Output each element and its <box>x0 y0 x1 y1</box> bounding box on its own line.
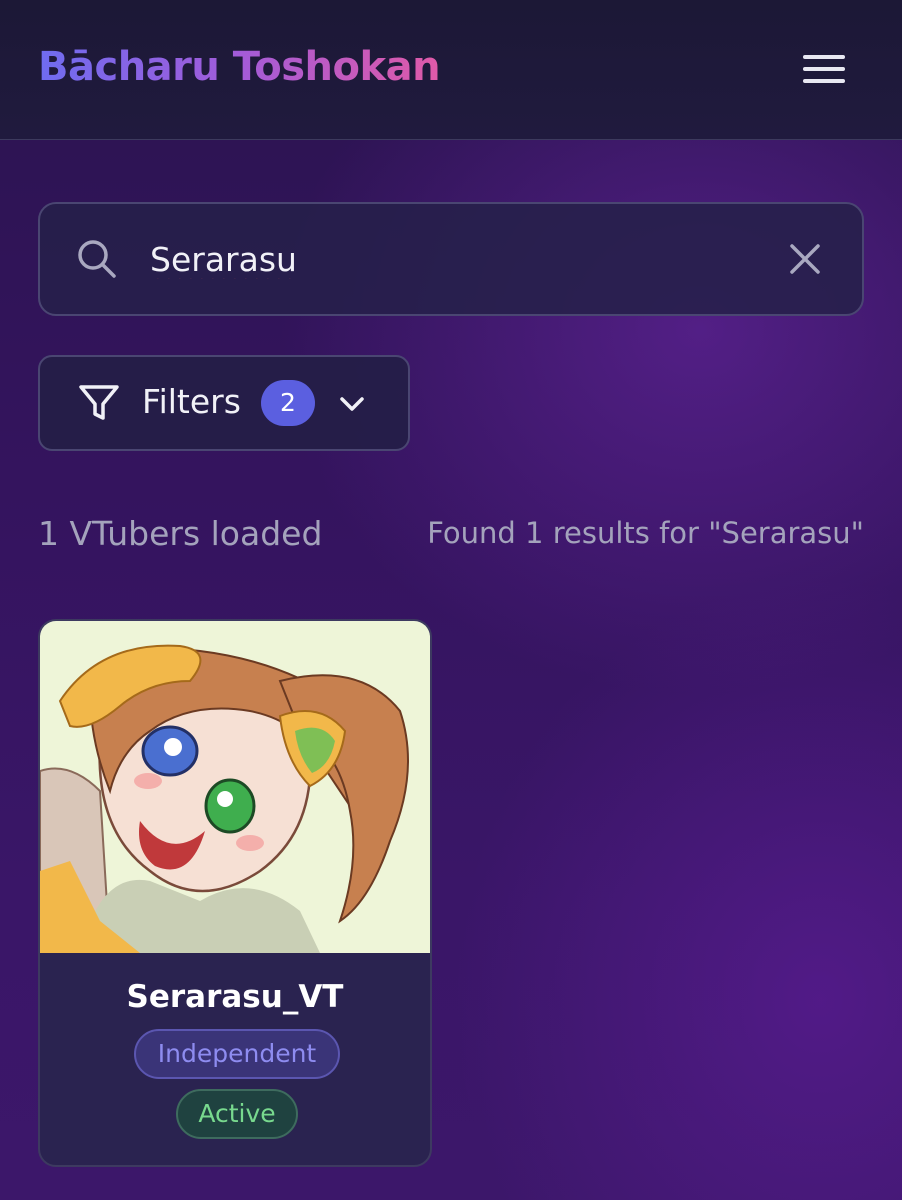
search-icon <box>78 240 116 278</box>
app-header: Bācharu Toshokan <box>0 0 902 140</box>
vtuber-name: Serarasu_VT <box>126 979 344 1015</box>
menu-button[interactable] <box>796 46 852 92</box>
filter-count-badge: 2 <box>261 380 315 426</box>
avatar <box>40 621 430 953</box>
search-input[interactable] <box>150 234 750 284</box>
filters-label: Filters <box>142 382 241 421</box>
chevron-down-icon[interactable] <box>336 388 368 420</box>
hamburger-menu-icon <box>803 55 845 59</box>
results-summary: Found 1 results for "Serarasu" <box>427 516 864 550</box>
close-icon[interactable] <box>784 238 826 280</box>
loaded-count: 1 VTubers loaded <box>38 514 323 553</box>
funnel-icon <box>79 385 119 420</box>
brand-title[interactable]: Bācharu Toshokan <box>38 44 441 90</box>
vtuber-card[interactable]: Serarasu_VT Independent Active <box>38 619 432 1167</box>
affiliation-badge: Independent <box>134 1029 340 1079</box>
status-badge: Active <box>176 1089 298 1139</box>
